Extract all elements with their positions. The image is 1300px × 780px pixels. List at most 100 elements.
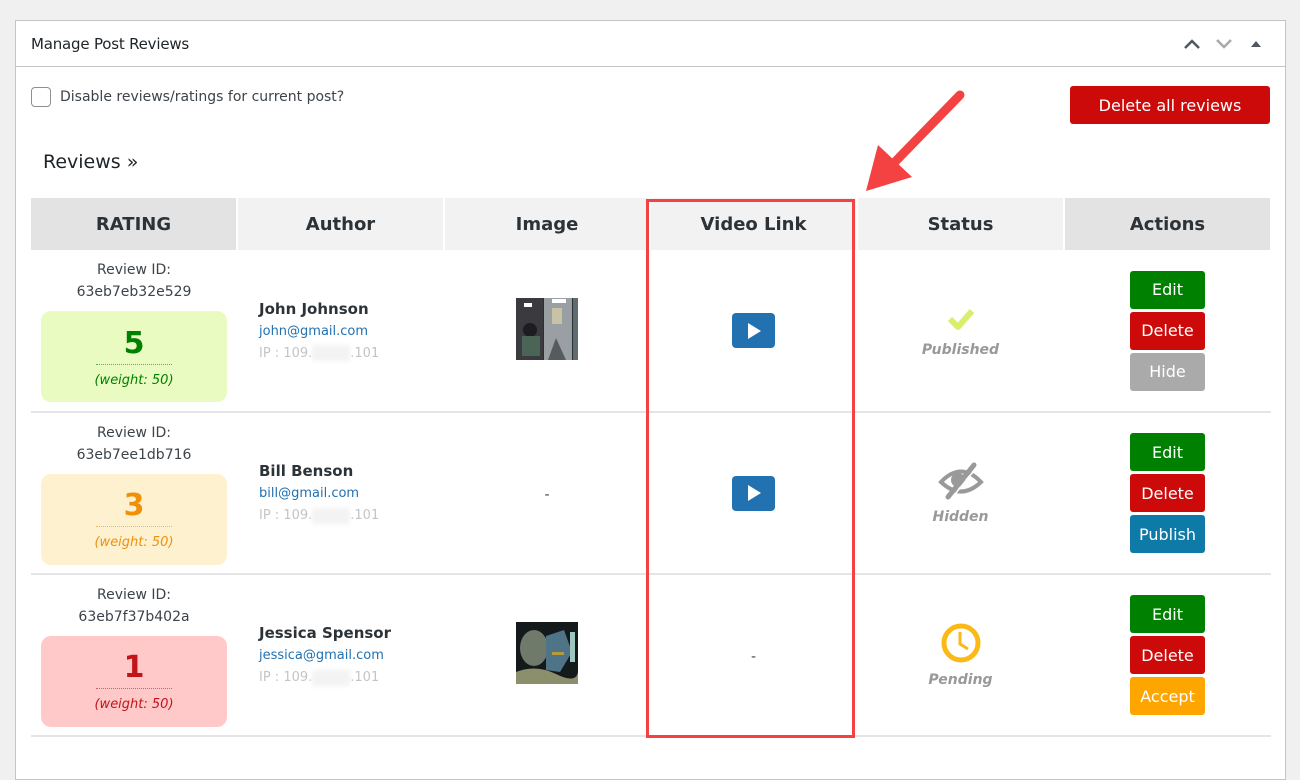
author-name: Bill Benson	[259, 462, 354, 480]
rating-badge: 5 (weight: 50)	[41, 311, 227, 402]
rating-divider	[96, 363, 172, 365]
panel-handle-actions	[1178, 30, 1270, 58]
no-image-placeholder: -	[544, 486, 550, 503]
delete-review-button[interactable]: Delete	[1130, 474, 1205, 512]
column-header-rating: RATING	[31, 198, 238, 250]
actions-cell: Edit Delete Publish	[1064, 412, 1271, 575]
delete-review-button[interactable]: Delete	[1130, 311, 1205, 350]
review-id: 63eb7ee1db716	[76, 446, 192, 463]
column-header-actions: Actions	[1064, 198, 1272, 250]
rating-value: 3	[123, 488, 145, 523]
play-icon	[747, 485, 761, 501]
review-row: Review ID: 63eb7ee1db716 3 (weight: 50) …	[31, 412, 1271, 575]
clock-icon	[857, 622, 1064, 668]
author-email-link[interactable]: jessica@gmail.com	[259, 645, 444, 667]
row-actions: Edit Delete Hide	[1064, 270, 1271, 391]
ip-redacted	[312, 507, 351, 524]
disable-reviews-label: Disable reviews/ratings for current post…	[60, 89, 345, 105]
publish-review-button[interactable]: Publish	[1130, 515, 1205, 553]
status-cell: Published	[857, 250, 1064, 413]
ip-suffix: .101	[350, 508, 380, 523]
video-play-button[interactable]	[732, 313, 775, 348]
rating-divider	[96, 526, 172, 527]
actions-cell: Edit Delete Hide	[1064, 250, 1271, 413]
ip-prefix: IP : 109.	[259, 670, 313, 685]
review-row: Review ID: 63eb7eb32e529 5 (weight: 50) …	[31, 250, 1271, 413]
rating-badge: 3 (weight: 50)	[41, 473, 227, 565]
row-actions: Edit Delete Accept	[1064, 595, 1271, 715]
column-header-video-link: Video Link	[650, 198, 858, 250]
rating-cell: Review ID: 63eb7f37b402a 1 (weight: 50)	[31, 574, 237, 737]
rating-weight: (weight: 50)	[94, 372, 174, 388]
review-row: Review ID: 63eb7f37b402a 1 (weight: 50) …	[31, 574, 1271, 737]
ip-suffix: .101	[350, 345, 380, 361]
status-label: Hidden	[932, 509, 989, 525]
review-id-label: Review ID:	[96, 586, 172, 603]
column-header-image: Image	[444, 198, 651, 250]
ip-prefix: IP : 109.	[259, 508, 313, 523]
author-ip: IP : 109. .101	[259, 505, 444, 527]
edit-review-button[interactable]: Edit	[1130, 270, 1205, 309]
rating-divider	[96, 688, 172, 689]
panel-header: Manage Post Reviews	[16, 21, 1285, 67]
author-ip: IP : 109. .101	[259, 343, 444, 365]
reviews-table: RATING Author Image Video Link Status Ac…	[31, 198, 1272, 737]
status-label: Published	[921, 341, 1000, 358]
review-image-thumbnail[interactable]	[516, 297, 578, 360]
rating-value: 5	[123, 325, 145, 361]
video-link-cell: -	[650, 574, 857, 737]
author-cell: John Johnson john@gmail.com IP : 109. .10…	[237, 250, 444, 413]
table-header-row: RATING Author Image Video Link Status Ac…	[31, 198, 1272, 250]
author-email-link[interactable]: john@gmail.com	[259, 321, 444, 343]
review-image-thumbnail[interactable]	[516, 622, 578, 684]
video-link-cell	[650, 250, 857, 413]
author-ip: IP : 109. .101	[259, 667, 444, 689]
rating-cell: Review ID: 63eb7eb32e529 5 (weight: 50)	[31, 250, 237, 413]
panel-title: Manage Post Reviews	[31, 34, 190, 53]
author-cell: Jessica Spensor jessica@gmail.com IP : 1…	[237, 574, 444, 737]
disable-reviews-checkbox[interactable]	[31, 87, 51, 107]
hide-review-button[interactable]: Hide	[1130, 352, 1205, 391]
edit-review-button[interactable]: Edit	[1130, 595, 1205, 633]
review-id: 63eb7eb32e529	[76, 284, 192, 300]
ip-redacted	[312, 669, 351, 686]
no-video-placeholder: -	[750, 648, 757, 665]
edit-review-button[interactable]: Edit	[1130, 433, 1205, 471]
toggle-panel-button[interactable]	[1242, 30, 1270, 58]
delete-all-reviews-button[interactable]: Delete all reviews	[1070, 86, 1270, 124]
video-play-button[interactable]	[732, 475, 775, 511]
chevron-down-icon	[1216, 38, 1232, 49]
rating-weight: (weight: 50)	[94, 535, 174, 550]
ip-prefix: IP : 109.	[259, 345, 313, 361]
row-actions: Edit Delete Publish	[1064, 433, 1271, 553]
move-up-button[interactable]	[1178, 30, 1206, 58]
author-name: Jessica Spensor	[259, 624, 392, 642]
triangle-up-icon	[1251, 40, 1261, 47]
play-icon	[747, 322, 761, 339]
ip-suffix: .101	[350, 670, 380, 685]
status-cell: Pending	[857, 574, 1064, 737]
rating-weight: (weight: 50)	[94, 697, 174, 712]
chevron-up-icon	[1184, 38, 1200, 49]
status-cell: Hidden	[857, 412, 1064, 575]
accept-review-button[interactable]: Accept	[1130, 677, 1205, 715]
author-name: John Johnson	[259, 299, 369, 318]
actions-cell: Edit Delete Accept	[1064, 574, 1271, 737]
image-cell: -	[444, 412, 650, 575]
review-id: 63eb7f37b402a	[78, 608, 190, 625]
review-id-label: Review ID:	[96, 262, 172, 278]
status-label: Pending	[928, 672, 993, 688]
delete-review-button[interactable]: Delete	[1130, 636, 1205, 674]
rating-badge: 1 (weight: 50)	[41, 635, 227, 727]
review-id-label: Review ID:	[96, 424, 172, 441]
image-cell	[444, 250, 650, 413]
rating-cell: Review ID: 63eb7ee1db716 3 (weight: 50)	[31, 412, 237, 575]
author-cell: Bill Benson bill@gmail.com IP : 109. .101	[237, 412, 444, 575]
author-email-link[interactable]: bill@gmail.com	[259, 483, 444, 505]
disable-reviews-option[interactable]: Disable reviews/ratings for current post…	[31, 87, 344, 107]
video-link-cell	[650, 412, 857, 575]
ip-redacted	[312, 345, 351, 361]
manage-post-reviews-panel: Manage Post Reviews Disable reviews/rati…	[15, 20, 1286, 780]
move-down-button[interactable]	[1210, 30, 1238, 58]
column-header-status: Status	[857, 198, 1065, 250]
